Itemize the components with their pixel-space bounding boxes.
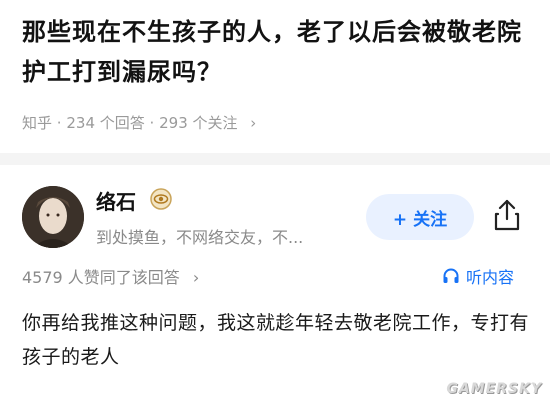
vote-summary[interactable]: 4579 人赞同了该回答 › (22, 264, 199, 288)
watermark: GAMERSKY (446, 381, 542, 397)
vote-count: 4579 人赞同了该回答 (22, 268, 180, 287)
avatar[interactable] (22, 186, 84, 248)
follow-label: + 关注 (392, 209, 448, 230)
section-divider (0, 153, 550, 165)
author-bio: 到处摸鱼，不网络交友，不... (96, 228, 304, 247)
author-name[interactable]: 络石 (96, 186, 136, 215)
answer-content[interactable]: 你再给我推这种问题，我这就趁年轻去敬老院工作，专打有孩子的老人 (22, 306, 532, 374)
meta-separator: · (56, 114, 62, 132)
answer-count: 234 个回答 (66, 114, 145, 132)
meta-separator: · (149, 114, 155, 132)
question-meta[interactable]: 知乎 · 234 个回答 · 293 个关注 › (22, 112, 256, 133)
share-icon[interactable] (492, 198, 522, 232)
source-label: 知乎 (22, 114, 53, 132)
question-title[interactable]: 那些现在不生孩子的人，老了以后会被敬老院护工打到漏尿吗？ (22, 12, 532, 92)
follower-count: 293 个关注 (159, 114, 238, 132)
eye-badge-icon (150, 188, 172, 210)
chevron-right-icon: › (192, 268, 200, 287)
follow-button[interactable]: + 关注 (366, 194, 474, 240)
chevron-right-icon: › (250, 114, 257, 132)
headphones-icon (443, 268, 459, 283)
listen-button[interactable]: 听内容 (442, 264, 514, 288)
listen-label: 听内容 (466, 268, 515, 287)
